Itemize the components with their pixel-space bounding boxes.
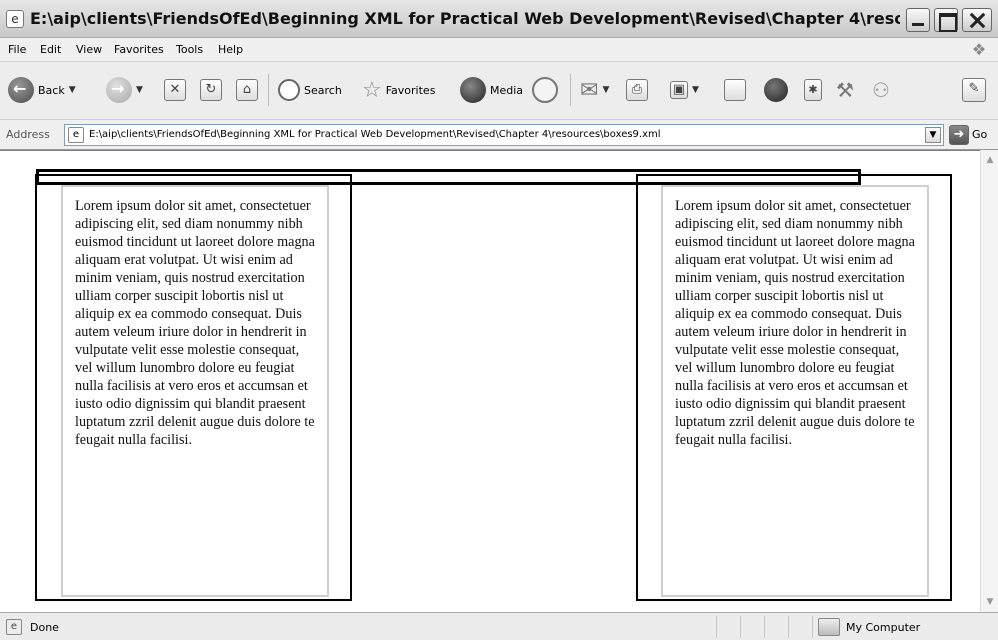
stop-button[interactable]: ✕	[164, 72, 186, 108]
back-label: Back	[38, 83, 65, 97]
toolbar-separator	[570, 74, 571, 106]
minimize-button[interactable]	[906, 8, 930, 32]
refresh-icon: ↻	[200, 79, 222, 101]
edit-button[interactable]: ▣ ▼	[670, 72, 699, 108]
translate-button[interactable]: ✎	[962, 72, 986, 108]
menu-file[interactable]: File	[8, 43, 26, 56]
menu-favorites[interactable]: Favorites	[114, 43, 164, 56]
media-button[interactable]: Media	[460, 72, 523, 108]
menu-help[interactable]: Help	[218, 43, 243, 56]
mail-icon: ✉	[580, 77, 599, 103]
inner-box-left: Lorem ipsum dolor sit amet, consectetuer…	[61, 185, 329, 597]
research-icon: ✱	[804, 79, 822, 101]
status-divider	[740, 616, 741, 638]
research-button[interactable]: ✱	[804, 72, 822, 108]
home-icon: ⌂	[236, 79, 258, 101]
search-icon	[278, 79, 300, 101]
favorites-star-icon: ☆	[362, 77, 382, 103]
favorites-button[interactable]: ☆ Favorites	[362, 72, 435, 108]
tool-button-1[interactable]: ⚒	[836, 72, 854, 108]
page-viewport: Lorem ipsum dolor sit amet, consectetuer…	[0, 150, 980, 612]
edit-dropdown-icon[interactable]: ▼	[692, 85, 699, 95]
address-bar: Address e E:\aip\clients\FriendsOfEd\Beg…	[0, 120, 998, 150]
address-dropdown-icon[interactable]: ▼	[925, 127, 941, 143]
favorites-label: Favorites	[385, 83, 436, 97]
print-icon: ⎙	[626, 79, 648, 101]
window-title: E:\aip\clients\FriendsOfEd\Beginning XML…	[30, 9, 900, 28]
status-bar: e Done My Computer	[0, 612, 998, 640]
go-arrow-icon[interactable]: ➜	[949, 125, 969, 145]
print-button[interactable]: ⎙	[626, 72, 648, 108]
status-divider	[764, 616, 765, 638]
scroll-up-icon[interactable]: ▲	[982, 152, 998, 168]
close-button[interactable]	[962, 8, 992, 32]
status-divider	[812, 616, 813, 638]
menu-edit[interactable]: Edit	[40, 43, 61, 56]
address-label: Address	[6, 128, 50, 141]
mail-dropdown-icon[interactable]: ▼	[602, 85, 609, 95]
history-button[interactable]	[532, 72, 558, 108]
title-bar: e E:\aip\clients\FriendsOfEd\Beginning X…	[0, 0, 998, 38]
discuss-button[interactable]	[724, 72, 746, 108]
menu-tools[interactable]: Tools	[176, 43, 203, 56]
back-arrow-icon	[8, 77, 34, 103]
ie-page-icon: e	[6, 10, 24, 28]
refresh-button[interactable]: ↻	[200, 72, 222, 108]
forward-arrow-icon	[106, 77, 132, 103]
security-zone: My Computer	[846, 621, 921, 634]
menu-bar: File Edit View Favorites Tools Help ❖	[0, 38, 998, 62]
page-icon: e	[68, 127, 84, 143]
status-divider	[788, 616, 789, 638]
forward-dropdown-icon[interactable]: ▼	[136, 85, 143, 95]
messenger-icon	[764, 78, 788, 102]
forward-button[interactable]: ▼	[106, 72, 143, 108]
inner-box-right: Lorem ipsum dolor sit amet, consectetuer…	[661, 185, 929, 597]
status-divider	[716, 616, 717, 638]
toolbar: Back ▼ ▼ ✕ ↻ ⌂ Search ☆ Favorites Media …	[0, 62, 998, 120]
search-button[interactable]: Search	[278, 72, 342, 108]
windows-logo-icon: ❖	[971, 40, 987, 59]
tool-button-2[interactable]: ⚇	[872, 72, 890, 108]
menu-view[interactable]: View	[76, 43, 102, 56]
my-computer-icon	[818, 618, 840, 636]
mail-button[interactable]: ✉ ▼	[580, 72, 609, 108]
stop-icon: ✕	[164, 79, 186, 101]
maximize-button[interactable]	[934, 8, 958, 32]
toolbox-icon: ⚒	[836, 78, 854, 102]
address-input[interactable]: e E:\aip\clients\FriendsOfEd\Beginning X…	[64, 124, 944, 146]
address-value: E:\aip\clients\FriendsOfEd\Beginning XML…	[89, 129, 661, 140]
messenger-button[interactable]	[764, 72, 788, 108]
edit-page-icon: ▣	[670, 81, 688, 99]
page-done-icon: e	[6, 619, 22, 635]
users-icon: ⚇	[872, 78, 890, 102]
discuss-icon	[724, 79, 746, 101]
back-dropdown-icon[interactable]: ▼	[69, 85, 76, 95]
media-icon	[460, 77, 486, 103]
horizontal-bar	[36, 169, 861, 185]
vertical-scrollbar[interactable]: ▲ ▼	[980, 150, 998, 612]
media-label: Media	[490, 83, 524, 97]
scroll-down-icon[interactable]: ▼	[982, 594, 998, 610]
status-text: Done	[30, 621, 59, 634]
history-icon	[532, 77, 558, 103]
search-label: Search	[304, 83, 342, 97]
back-button[interactable]: Back ▼	[8, 72, 76, 108]
go-button[interactable]: Go	[972, 128, 987, 141]
toolbar-separator	[268, 74, 269, 106]
translate-icon: ✎	[962, 78, 986, 102]
home-button[interactable]: ⌂	[236, 72, 258, 108]
